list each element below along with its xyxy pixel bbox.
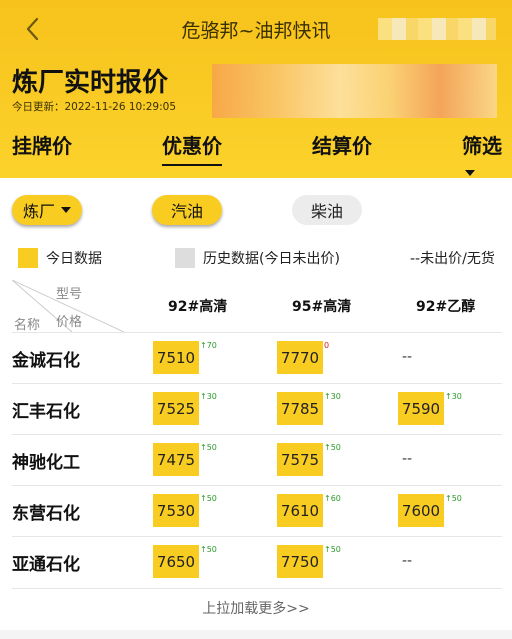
table-corner: 型号 名称 价格 bbox=[12, 280, 124, 333]
caret-down-icon bbox=[465, 169, 475, 176]
price-cell: 7785 bbox=[277, 392, 323, 425]
refinery-name: 东营石化 bbox=[12, 504, 80, 524]
column-header: 92#乙醇 bbox=[416, 299, 476, 315]
nav-bar: 危骆邦~油邦快讯 bbox=[0, 0, 512, 56]
table-row[interactable]: 亚通石化 7650 ↑50 7750 ↑50 -- bbox=[12, 536, 502, 587]
table-row[interactable]: 金诚石化 7510 ↑70 7770 0 -- bbox=[12, 332, 502, 383]
tab-filter[interactable]: 筛选 bbox=[462, 130, 512, 183]
table-row[interactable]: 神驰化工 7475 ↑50 7575 ↑50 -- bbox=[12, 434, 502, 485]
table-row[interactable]: 东营石化 7530 ↑50 7610 ↑60 7600 ↑50 bbox=[12, 485, 502, 536]
tab-listing-price[interactable]: 挂牌价 bbox=[12, 130, 72, 159]
blurred-banner bbox=[212, 64, 497, 118]
corner-label-price: 价格 bbox=[56, 315, 83, 330]
price-change: ↑50 bbox=[200, 494, 217, 503]
diesel-filter-button[interactable]: 柴油 bbox=[292, 195, 362, 225]
history-swatch bbox=[175, 248, 195, 268]
refinery-name: 亚通石化 bbox=[12, 555, 80, 575]
column-header: 92#高清 bbox=[168, 299, 228, 315]
page-title: 炼厂实时报价 bbox=[12, 68, 169, 98]
price-cell: 7530 bbox=[153, 494, 199, 527]
update-time: 今日更新：2022-11-26 10:29:05 bbox=[12, 101, 177, 113]
price-change: ↑50 bbox=[324, 545, 341, 554]
price-change: ↑50 bbox=[200, 443, 217, 452]
legend-today: 今日数据 bbox=[18, 248, 102, 268]
price-change: ↑30 bbox=[445, 392, 462, 401]
price-cell: 7600 bbox=[398, 494, 444, 527]
today-swatch bbox=[18, 248, 38, 268]
price-change: ↑60 bbox=[324, 494, 341, 503]
price-change: ↑30 bbox=[324, 392, 341, 401]
no-price: -- bbox=[402, 349, 413, 365]
divider bbox=[12, 588, 502, 589]
legend-history: 历史数据(今日未出价) bbox=[175, 248, 340, 268]
refinery-name: 金诚石化 bbox=[12, 351, 80, 371]
refinery-name: 神驰化工 bbox=[12, 453, 80, 473]
price-change: 0 bbox=[324, 341, 330, 350]
price-cell: 7525 bbox=[153, 392, 199, 425]
price-cell: 7475 bbox=[153, 443, 199, 476]
bottom-bar bbox=[0, 630, 512, 639]
header: 危骆邦~油邦快讯 炼厂实时报价 今日更新：2022-11-26 10:29:05… bbox=[0, 0, 512, 178]
caret-down-icon bbox=[61, 207, 71, 213]
price-cell: 7590 bbox=[398, 392, 444, 425]
blurred-area bbox=[378, 18, 496, 40]
table-row[interactable]: 汇丰石化 7525 ↑30 7785 ↑30 7590 ↑30 bbox=[12, 383, 502, 434]
price-cell: 7510 bbox=[153, 341, 199, 374]
price-cell: 7750 bbox=[277, 545, 323, 578]
corner-label-name: 名称 bbox=[14, 318, 41, 333]
refinery-dropdown[interactable]: 炼厂 bbox=[12, 195, 82, 225]
price-cell: 7770 bbox=[277, 341, 323, 374]
tab-settlement-price[interactable]: 结算价 bbox=[312, 130, 372, 159]
price-change: ↑30 bbox=[200, 392, 217, 401]
refinery-name: 汇丰石化 bbox=[12, 402, 80, 422]
tab-discount-price[interactable]: 优惠价 bbox=[162, 130, 222, 166]
price-cell: 7610 bbox=[277, 494, 323, 527]
price-change: ↑70 bbox=[200, 341, 217, 350]
column-header: 95#高清 bbox=[292, 299, 352, 315]
no-price: -- bbox=[402, 451, 413, 467]
price-change: ↑50 bbox=[200, 545, 217, 554]
price-cell: 7575 bbox=[277, 443, 323, 476]
price-cell: 7650 bbox=[153, 545, 199, 578]
price-change: ↑50 bbox=[324, 443, 341, 452]
legend-none: --未出价/无货 bbox=[410, 251, 495, 267]
corner-label-model: 型号 bbox=[56, 287, 83, 302]
legend: 今日数据 历史数据(今日未出价) --未出价/无货 bbox=[0, 248, 512, 274]
gasoline-filter-button[interactable]: 汽油 bbox=[152, 195, 222, 225]
tab-bar: 挂牌价 优惠价 结算价 筛选 bbox=[0, 130, 512, 176]
no-price: -- bbox=[402, 553, 413, 569]
price-change: ↑50 bbox=[445, 494, 462, 503]
load-more-link[interactable]: 上拉加载更多>> bbox=[0, 598, 512, 618]
table-header: 型号 名称 价格 92#高清 95#高清 92#乙醇 bbox=[12, 280, 502, 333]
